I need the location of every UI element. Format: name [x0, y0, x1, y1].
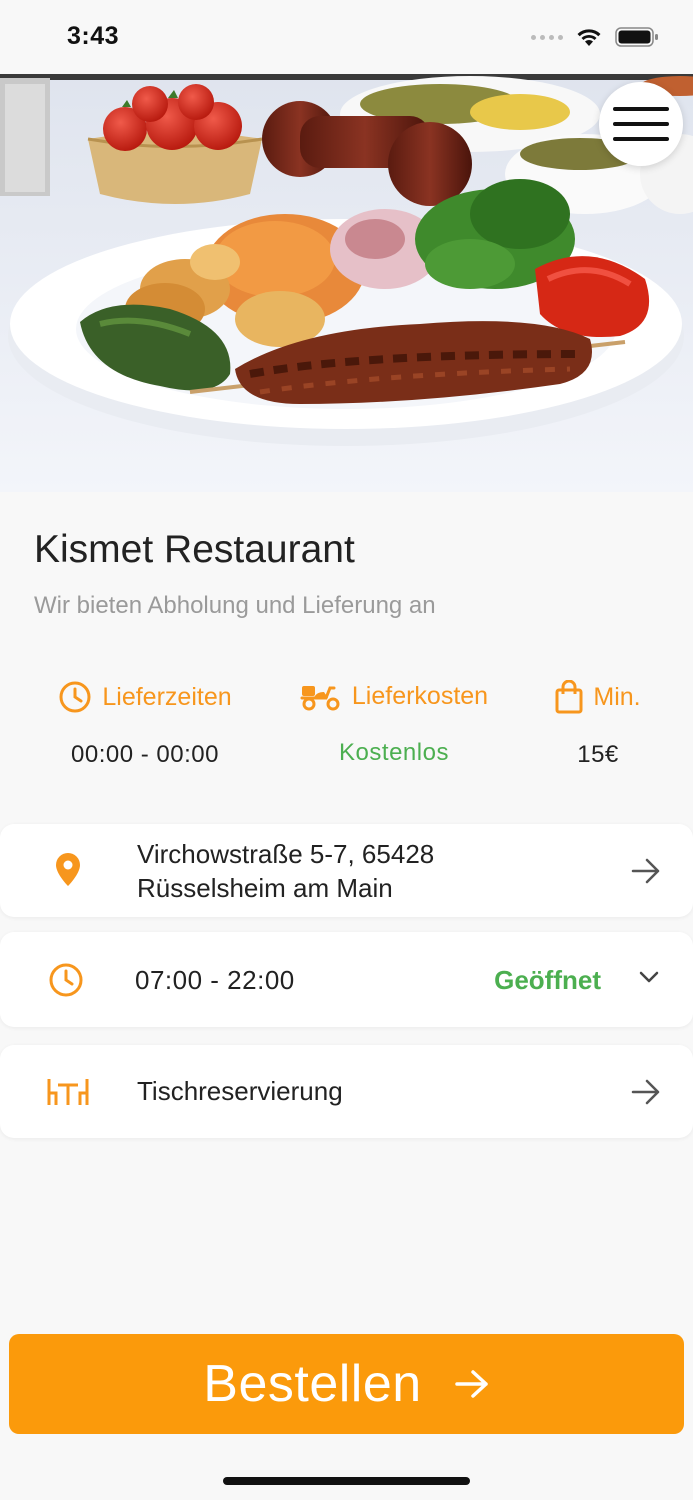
status-time: 3:43 [67, 22, 120, 50]
order-button[interactable]: Bestellen [9, 1334, 684, 1434]
minimum-order-info: Min. 15€ [548, 680, 648, 769]
delivery-cost-label: Lieferkosten [351, 681, 489, 710]
arrow-right-icon [631, 1079, 660, 1105]
chevron-down-icon[interactable] [639, 970, 659, 984]
arrow-right-icon [631, 858, 660, 884]
status-icons [531, 26, 659, 48]
table-reservation-label: Tischreservierung [137, 1076, 343, 1106]
open-status-badge: Geöffnet [494, 965, 601, 995]
table-reservation-card[interactable]: Tischreservierung [0, 1045, 693, 1138]
restaurant-tagline: Wir bieten Abholung und Lieferung an [34, 592, 436, 619]
food-plate-illustration [0, 74, 693, 492]
restaurant-name: Kismet Restaurant [34, 528, 355, 571]
delivery-cost-value: Kostenlos [339, 739, 449, 766]
table-chairs-icon [47, 1079, 89, 1105]
delivery-times-value: 00:00 - 00:00 [71, 741, 219, 768]
delivery-times-info: Lieferzeiten 00:00 - 00:00 [50, 680, 240, 769]
arrow-right-icon [454, 1370, 488, 1398]
delivery-times-label: Lieferzeiten [102, 682, 232, 711]
hamburger-menu-icon [613, 107, 669, 141]
delivery-cost-info: Lieferkosten Kostenlos [290, 680, 498, 767]
address-line-2: Rüsselsheim am Main [137, 873, 393, 903]
scooter-icon [300, 686, 340, 711]
address-line-1: Virchowstraße 5-7, 65428 [137, 839, 435, 869]
signal-icon [531, 34, 563, 40]
location-pin-icon [56, 853, 80, 886]
battery-icon [615, 27, 658, 47]
address-card[interactable]: Virchowstraße 5-7, 65428 Rüsselsheim am … [0, 824, 693, 917]
order-button-label: Bestellen [203, 1355, 422, 1413]
minimum-order-label: Min. [593, 682, 641, 711]
hero-image[interactable] [0, 74, 693, 492]
clock-icon [49, 963, 83, 997]
wifi-icon [577, 29, 601, 46]
opening-hours-card[interactable]: 07:00 - 22:00 Geöffnet [0, 932, 693, 1027]
home-indicator[interactable] [223, 1477, 470, 1485]
status-bar: 3:43 [0, 0, 693, 74]
menu-button[interactable] [599, 82, 683, 166]
minimum-order-value: 15€ [577, 741, 619, 768]
clock-icon [59, 681, 91, 713]
shopping-bag-icon [555, 680, 583, 714]
opening-hours-range: 07:00 - 22:00 [135, 965, 295, 995]
